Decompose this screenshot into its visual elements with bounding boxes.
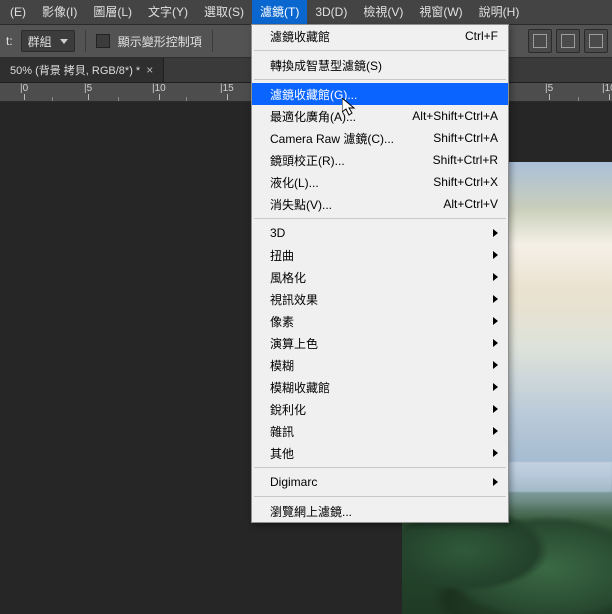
show-transform-checkbox[interactable] [96,34,110,48]
menu-item-shortcut: Shift+Ctrl+R [433,153,498,167]
menu-item-label: 視訊效果 [270,291,487,308]
submenu-arrow-icon [493,229,498,237]
menu-item[interactable]: 轉換成智慧型濾鏡(S) [252,54,508,76]
menu-image[interactable]: 影像(I) [34,0,85,24]
menu-item[interactable]: 雜訊 [252,420,508,442]
menu-item[interactable]: Camera Raw 濾鏡(C)...Shift+Ctrl+A [252,127,508,149]
menu-item-label: 瀏覽網上濾鏡... [270,503,498,520]
submenu-arrow-icon [493,427,498,435]
submenu-arrow-icon [493,339,498,347]
menu-separator [254,496,506,497]
align-icon-1[interactable] [528,29,552,53]
divider [212,30,213,52]
close-icon[interactable]: × [146,63,153,77]
menu-item-label: 像素 [270,313,487,330]
menu-item[interactable]: 濾鏡收藏館Ctrl+F [252,25,508,47]
ruler-tick: |0 [20,83,28,94]
filter-menu: 濾鏡收藏館Ctrl+F 轉換成智慧型濾鏡(S) 濾鏡收藏館(G)... 最適化廣角(A… [251,24,509,523]
menu-item-shortcut: Alt+Ctrl+V [443,197,498,211]
menu-item-label: 風格化 [270,269,487,286]
divider [85,30,86,52]
menu-item-shortcut: Ctrl+F [465,29,498,43]
alignment-tools [528,25,608,57]
menu-item-label: 銳利化 [270,401,487,418]
menu-item[interactable]: 模糊 [252,354,508,376]
menu-filter[interactable]: 濾鏡(T) [252,0,307,24]
menu-item[interactable]: 3D [252,222,508,244]
menu-item-label: 3D [270,226,487,240]
submenu-arrow-icon [493,361,498,369]
menu-separator [254,79,506,80]
menu-help[interactable]: 說明(H) [471,0,528,24]
submenu-arrow-icon [493,273,498,281]
menu-item-label: 消失點(V)... [270,196,443,213]
document-tab[interactable]: 50% (背景 拷貝, RGB/8*) * × [0,58,164,82]
menu-separator [254,467,506,468]
menu-item[interactable]: 濾鏡收藏館(G)... [252,83,508,105]
menu-item-label: 濾鏡收藏館 [270,28,465,45]
menu-item-label: 濾鏡收藏館(G)... [270,86,498,103]
menu-item-label: 扭曲 [270,247,487,264]
menu-item-label: Digimarc [270,475,487,489]
main-menubar: (E) 影像(I) 圖層(L) 文字(Y) 選取(S) 濾鏡(T) 3D(D) … [0,0,612,25]
submenu-arrow-icon [493,405,498,413]
menu-layer[interactable]: 圖層(L) [85,0,140,24]
menu-item-shortcut: Shift+Ctrl+X [433,175,498,189]
ruler-tick: |5 [84,83,92,94]
align-icon-2[interactable] [556,29,580,53]
menu-item[interactable]: 風格化 [252,266,508,288]
menu-item[interactable]: 最適化廣角(A)...Alt+Shift+Ctrl+A [252,105,508,127]
menu-item[interactable]: 演算上色 [252,332,508,354]
submenu-arrow-icon [493,383,498,391]
menu-item-label: 演算上色 [270,335,487,352]
ruler-tick: |10 [152,83,166,94]
menu-separator [254,50,506,51]
menu-item[interactable]: 視訊效果 [252,288,508,310]
ruler-tick: |10 [602,83,612,94]
menu-item[interactable]: 像素 [252,310,508,332]
submenu-arrow-icon [493,251,498,259]
menu-item[interactable]: Digimarc [252,471,508,493]
menu-separator [254,218,506,219]
submenu-arrow-icon [493,449,498,457]
menu-item-label: Camera Raw 濾鏡(C)... [270,130,433,147]
menu-item[interactable]: 其他 [252,442,508,464]
menu-item[interactable]: 扭曲 [252,244,508,266]
menu-item-label: 模糊收藏館 [270,379,487,396]
menu-window[interactable]: 視窗(W) [411,0,470,24]
menu-3d[interactable]: 3D(D) [307,0,355,24]
show-transform-label: 顯示變形控制項 [118,33,202,50]
submenu-arrow-icon [493,478,498,486]
group-combo[interactable]: 群組 [21,30,75,52]
menu-item-label: 其他 [270,445,487,462]
chevron-down-icon [60,39,68,44]
menu-view[interactable]: 檢視(V) [355,0,411,24]
submenu-arrow-icon [493,317,498,325]
menu-item-label: 液化(L)... [270,174,433,191]
menu-item-shortcut: Alt+Shift+Ctrl+A [412,109,498,123]
menu-edit[interactable]: (E) [2,0,34,24]
menu-item-label: 鏡頭校正(R)... [270,152,433,169]
ruler-tick: |15 [220,83,234,94]
menu-item[interactable]: 模糊收藏館 [252,376,508,398]
ruler-tick: |5 [545,83,553,94]
menu-item-label: 模糊 [270,357,487,374]
align-icon-3[interactable] [584,29,608,53]
document-tab-title: 50% (背景 拷貝, RGB/8*) * [10,62,140,78]
menu-item[interactable]: 鏡頭校正(R)...Shift+Ctrl+R [252,149,508,171]
menu-item-shortcut: Shift+Ctrl+A [433,131,498,145]
menu-item[interactable]: 瀏覽網上濾鏡... [252,500,508,522]
menu-item[interactable]: 銳利化 [252,398,508,420]
menu-item-label: 雜訊 [270,423,487,440]
group-combo-value: 群組 [28,33,52,50]
menu-item[interactable]: 液化(L)...Shift+Ctrl+X [252,171,508,193]
menu-type[interactable]: 文字(Y) [140,0,196,24]
menu-item-label: 最適化廣角(A)... [270,108,412,125]
submenu-arrow-icon [493,295,498,303]
menu-select[interactable]: 選取(S) [196,0,252,24]
menu-item[interactable]: 消失點(V)...Alt+Ctrl+V [252,193,508,215]
menu-item-label: 轉換成智慧型濾鏡(S) [270,57,498,74]
opt-label: t: [6,34,13,48]
